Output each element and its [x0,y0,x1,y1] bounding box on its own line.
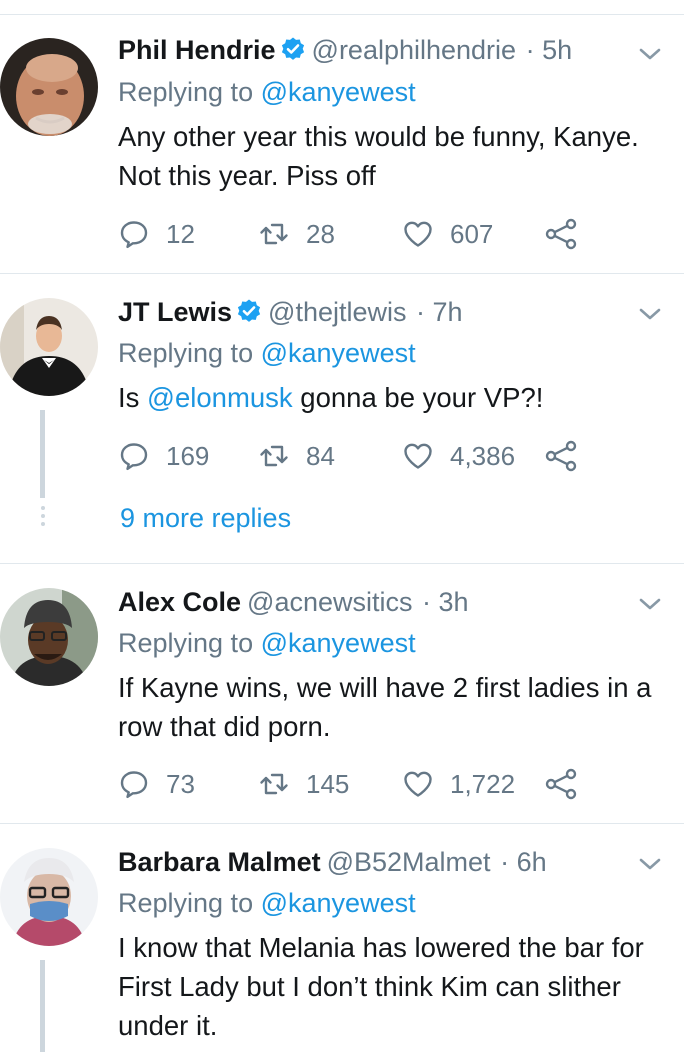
text-after: gonna be your VP?! [292,382,544,413]
tweet-actions: 12 28 607 [118,214,638,254]
mention-link[interactable]: @kanyewest [261,628,416,658]
retweet-count: 28 [306,218,335,249]
like-count: 4,386 [450,440,516,471]
tweet-card[interactable]: Barbara Malmet @B52Malmet · 6h Replying t… [0,824,684,1052]
share-icon [544,767,578,801]
retweet-icon [258,440,290,472]
timestamp[interactable]: · 5h [526,35,573,65]
reply-button[interactable]: 12 [118,214,195,254]
display-name[interactable]: JT Lewis [118,297,232,327]
tweet-text: Any other year this would be funny, Kany… [118,121,639,191]
tweet-header: Phil Hendrie @realphilhendrie · 5h [118,34,572,66]
avatar[interactable] [0,848,98,946]
mention-link[interactable]: @kanyewest [261,338,416,368]
heart-icon [402,768,434,800]
share-button[interactable] [544,214,594,254]
tweet-card[interactable]: Phil Hendrie @realphilhendrie · 5h Replyi… [0,0,684,274]
like-button[interactable]: 607 [402,214,493,254]
like-count: 1,722 [450,768,516,799]
reply-count: 169 [166,440,210,471]
avatar[interactable] [0,298,98,396]
thread-line [40,410,45,498]
chevron-down-icon[interactable] [636,304,664,324]
replying-to: Replying to @kanyewest [118,627,416,659]
verified-badge-icon [236,298,262,324]
retweet-button[interactable]: 28 [258,214,335,254]
heart-icon [402,218,434,250]
more-replies-link[interactable]: 9 more replies [120,502,291,534]
username[interactable]: @thejtlewis [268,297,406,327]
timestamp[interactable]: · 3h [422,587,469,617]
timestamp[interactable]: · 6h [500,847,547,877]
chevron-down-icon[interactable] [636,854,664,874]
replying-to-label: Replying to [118,888,254,918]
reply-icon [118,218,150,250]
username[interactable]: @B52Malmet [327,847,491,877]
replying-to-label: Replying to [118,628,254,658]
share-icon [544,217,578,251]
timestamp[interactable]: · 7h [416,297,463,327]
tweet-card[interactable]: Alex Cole @acnewsitics · 3h Replying to @… [0,564,684,824]
reply-button[interactable]: 73 [118,764,195,804]
replying-to: Replying to @kanyewest [118,337,416,369]
tweet-header: Alex Cole @acnewsitics · 3h [118,586,469,618]
replying-to-label: Replying to [118,338,254,368]
retweet-icon [258,768,290,800]
mention-link[interactable]: @elonmusk [147,382,293,413]
heart-icon [402,440,434,472]
share-button[interactable] [544,436,594,476]
share-button[interactable] [544,764,594,804]
replying-to-label: Replying to [118,77,254,107]
tweet-text: If Kayne wins, we will have 2 first ladi… [118,672,652,742]
replying-to: Replying to @kanyewest [118,887,416,919]
retweet-icon [258,218,290,250]
display-name[interactable]: Alex Cole [118,587,241,617]
share-icon [544,439,578,473]
tweet-actions: 73 145 1,722 [118,764,638,804]
replying-to: Replying to @kanyewest [118,76,416,108]
tweet-text: Is @elonmusk gonna be your VP?! [118,378,658,417]
display-name[interactable]: Phil Hendrie [118,35,276,65]
thread-line [40,960,45,1052]
chevron-down-icon[interactable] [636,594,664,614]
avatar[interactable] [0,38,98,136]
like-button[interactable]: 4,386 [402,436,515,476]
mention-link[interactable]: @kanyewest [261,77,416,107]
avatar[interactable] [0,588,98,686]
verified-badge-icon [280,36,306,62]
like-count: 607 [450,218,494,249]
text-before: Is [118,382,148,413]
tweet-header: JT Lewis @thejtlewis · 7h [118,296,463,328]
reply-count: 73 [166,768,195,799]
username[interactable]: @realphilhendrie [312,35,517,65]
like-button[interactable]: 1,722 [402,764,515,804]
retweet-button[interactable]: 84 [258,436,335,476]
tweet-card[interactable]: JT Lewis @thejtlewis · 7h Replying to @ka… [0,274,684,564]
reply-icon [118,768,150,800]
retweet-count: 84 [306,440,335,471]
thread-dots [39,506,47,530]
retweet-button[interactable]: 145 [258,764,349,804]
display-name[interactable]: Barbara Malmet [118,847,321,877]
mention-link[interactable]: @kanyewest [261,888,416,918]
tweet-text: I know that Melania has lowered the bar … [118,932,644,1041]
reply-icon [118,440,150,472]
tweet-actions: 169 84 4,386 [118,436,638,476]
username[interactable]: @acnewsitics [247,587,412,617]
chevron-down-icon[interactable] [636,44,664,64]
reply-button[interactable]: 169 [118,436,209,476]
tweet-header: Barbara Malmet @B52Malmet · 6h [118,846,547,878]
reply-count: 12 [166,218,195,249]
retweet-count: 145 [306,768,350,799]
